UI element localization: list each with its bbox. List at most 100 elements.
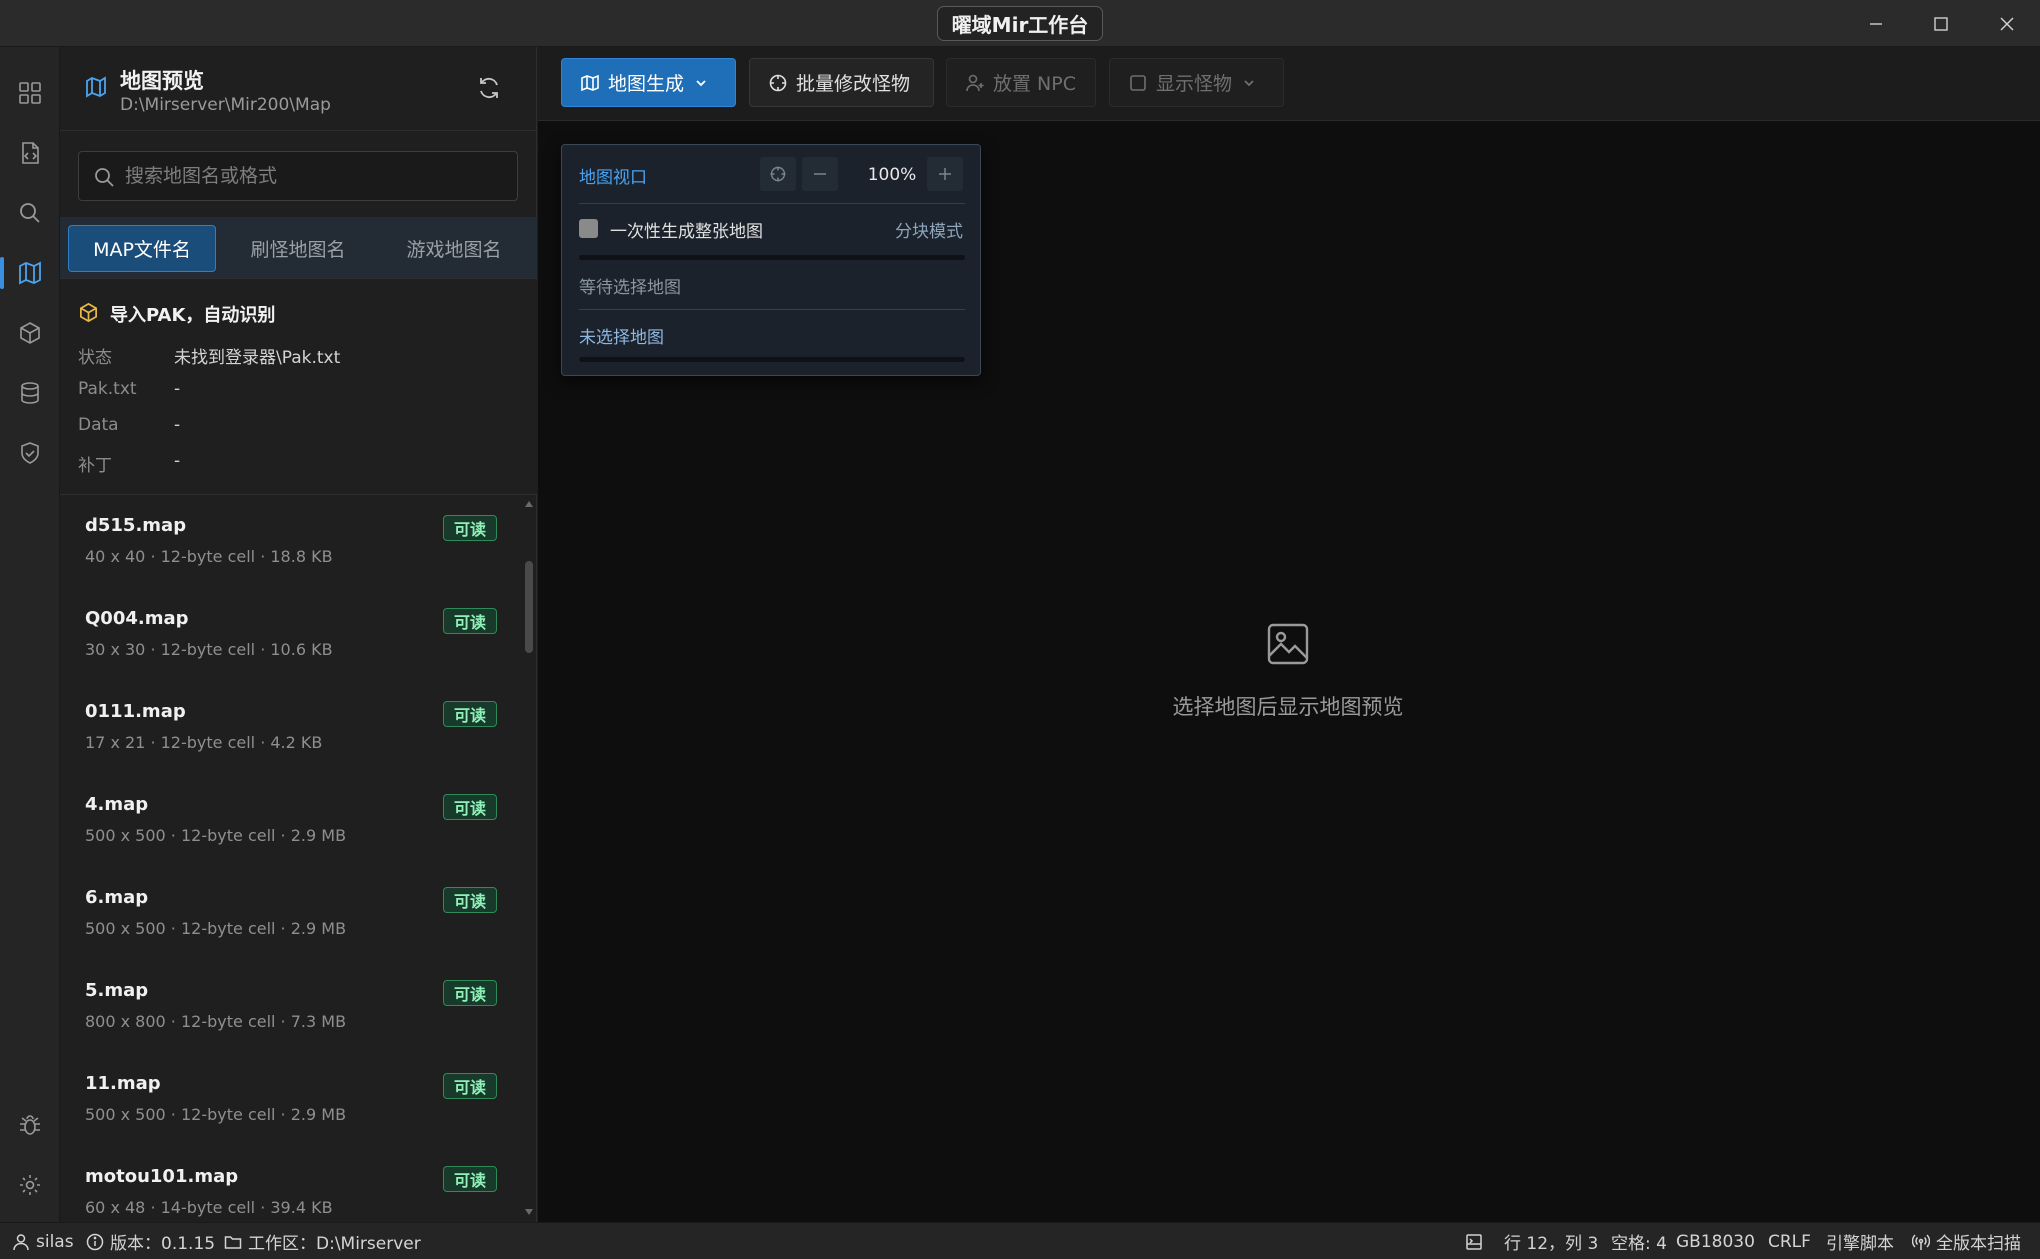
tile-mode-label: 分块模式 xyxy=(895,222,963,242)
tab-map-filename[interactable]: MAP文件名 xyxy=(68,225,216,272)
file-encoding[interactable]: GB18030 xyxy=(1676,1223,1755,1259)
show-monsters-toggle[interactable]: 显示怪物 xyxy=(1109,58,1284,107)
image-placeholder-icon xyxy=(1267,623,1309,665)
file-code-icon xyxy=(22,142,39,164)
activity-scripts[interactable] xyxy=(0,125,60,181)
map-icon xyxy=(86,76,106,98)
pak-import-button[interactable]: 导入PAK，自动识别 xyxy=(110,301,275,327)
user-account[interactable]: silas xyxy=(12,1223,74,1259)
status-bar: silas 版本：0.1.15 工作区：D:\Mirserver 行 12，列 … xyxy=(0,1222,2040,1259)
zoom-out-button[interactable] xyxy=(802,157,838,191)
search-icon xyxy=(20,203,40,223)
pak-value-status: 未找到登录器\Pak.txt xyxy=(174,348,341,368)
batch-edit-monsters-button[interactable]: 批量修改怪物 xyxy=(749,58,934,107)
list-item[interactable]: Q004.map 30 x 30 · 12-byte cell · 10.6 K… xyxy=(60,590,520,683)
maximize-button[interactable] xyxy=(1908,0,1974,47)
list-item[interactable]: 11.map 500 x 500 · 12-byte cell · 2.9 MB… xyxy=(60,1055,520,1148)
user-name: silas xyxy=(36,1231,74,1252)
map-generate-button[interactable]: 地图生成 xyxy=(561,58,736,107)
divider xyxy=(579,309,965,310)
scroll-thumb[interactable] xyxy=(525,561,533,653)
map-generate-popup: 地图视口 100% 一次性生成整张地图 分块模式 等待选择地图 未选择地图 xyxy=(561,144,981,376)
map-file-list: d515.map 40 x 40 · 12-byte cell · 18.8 K… xyxy=(60,497,520,1222)
list-item[interactable]: d515.map 40 x 40 · 12-byte cell · 18.8 K… xyxy=(60,497,520,590)
status-badge: 可读 xyxy=(443,701,497,727)
zoom-level: 100% xyxy=(867,165,917,185)
batch-edit-label: 批量修改怪物 xyxy=(796,73,911,95)
center-view-button[interactable] xyxy=(760,157,796,191)
info-icon xyxy=(86,1233,104,1250)
scroll-down-icon[interactable] xyxy=(524,1207,534,1217)
list-item[interactable]: motou101.map 60 x 48 · 14-byte cell · 39… xyxy=(60,1148,520,1222)
tab-spawn-map-name[interactable]: 刷怪地图名 xyxy=(224,225,372,272)
activity-dashboard[interactable] xyxy=(0,65,60,121)
place-npc-button[interactable]: 放置 NPC xyxy=(946,58,1096,107)
cursor-position[interactable]: 行 12，列 3 xyxy=(1504,1223,1598,1259)
activity-database[interactable] xyxy=(0,365,60,421)
activity-settings[interactable] xyxy=(0,1157,60,1213)
status-badge: 可读 xyxy=(443,515,497,541)
list-item[interactable]: 4.map 500 x 500 · 12-byte cell · 2.9 MB … xyxy=(60,776,520,869)
activity-map[interactable] xyxy=(0,245,60,301)
map-directory-path: D:\Mirserver\Mir200\Map xyxy=(120,95,331,115)
status-badge: 可读 xyxy=(443,608,497,634)
file-list-scrollbar[interactable] xyxy=(522,497,536,1222)
pak-value-data: - xyxy=(174,415,181,435)
file-name: Q004.map xyxy=(85,608,189,629)
map-search-input[interactable] xyxy=(125,152,505,200)
language-mode[interactable]: 引擎脚本 xyxy=(1826,1223,1894,1259)
maximize-icon xyxy=(1934,16,1948,31)
progress-bar xyxy=(579,255,965,260)
file-meta: 40 x 40 · 12-byte cell · 18.8 KB xyxy=(85,547,333,566)
list-item[interactable]: 0111.map 17 x 21 · 12-byte cell · 4.2 KB… xyxy=(60,683,520,776)
list-item[interactable]: 6.map 500 x 500 · 12-byte cell · 2.9 MB … xyxy=(60,869,520,962)
panel-title: 地图预览 xyxy=(120,69,204,93)
gear-icon xyxy=(20,1175,40,1195)
pak-import-section: 导入PAK，自动识别 状态 未找到登录器\Pak.txt Pak.txt - D… xyxy=(60,279,537,495)
pak-value-paktxt: - xyxy=(174,379,181,399)
status-badge: 可读 xyxy=(443,1073,497,1099)
minimize-button[interactable] xyxy=(1843,0,1909,47)
list-item[interactable]: 5.map 800 x 800 · 12-byte cell · 7.3 MB … xyxy=(60,962,520,1055)
user-icon xyxy=(13,1233,29,1250)
toolbar: 地图生成 批量修改怪物 放置 NPC 显示怪物 xyxy=(538,47,2040,121)
viewport-title: 地图视口 xyxy=(579,168,647,188)
scroll-up-icon[interactable] xyxy=(524,499,534,509)
full-scan[interactable]: 全版本扫描 xyxy=(1912,1223,2021,1259)
activity-security[interactable] xyxy=(0,425,60,481)
plus-icon xyxy=(939,168,951,180)
map-canvas-area: 地图生成 批量修改怪物 放置 NPC 显示怪物 地图视口 100% 一次性生成整… xyxy=(538,47,2040,1222)
empty-state-text: 选择地图后显示地图预览 xyxy=(1172,695,1404,719)
file-meta: 500 x 500 · 12-byte cell · 2.9 MB xyxy=(85,919,347,938)
title-bar: 曜域Mir工作台 xyxy=(0,0,2040,47)
indent-spaces[interactable]: 空格: 4 xyxy=(1611,1223,1667,1259)
shield-check-icon xyxy=(21,442,39,464)
activity-search[interactable] xyxy=(0,185,60,241)
activity-debug[interactable] xyxy=(0,1097,60,1153)
layout-toggle[interactable] xyxy=(1465,1223,1489,1259)
generate-full-map-checkbox[interactable] xyxy=(579,219,598,238)
bug-icon xyxy=(20,1115,40,1135)
minimize-icon xyxy=(1870,22,1882,25)
panel-icon xyxy=(1466,1233,1482,1250)
box-icon xyxy=(20,322,40,344)
status-badge: 可读 xyxy=(443,980,497,1006)
file-meta: 30 x 30 · 12-byte cell · 10.6 KB xyxy=(85,640,333,659)
workspace-info[interactable]: 工作区：D:\Mirserver xyxy=(224,1223,421,1259)
activity-packages[interactable] xyxy=(0,305,60,361)
tab-game-map-name[interactable]: 游戏地图名 xyxy=(380,225,528,272)
workspace-text: 工作区：D:\Mirserver xyxy=(248,1234,421,1254)
zoom-in-button[interactable] xyxy=(927,157,963,191)
refresh-icon[interactable] xyxy=(476,75,502,101)
close-icon xyxy=(2000,16,2014,31)
app-title: 曜域Mir工作台 xyxy=(937,6,1103,41)
close-button[interactable] xyxy=(1974,0,2040,47)
file-name: 6.map xyxy=(85,887,149,908)
full-scan-label: 全版本扫描 xyxy=(1936,1234,2021,1254)
file-name: 0111.map xyxy=(85,701,186,722)
generate-full-map-label: 一次性生成整张地图 xyxy=(610,222,763,242)
line-ending[interactable]: CRLF xyxy=(1768,1223,1811,1259)
crosshair-icon xyxy=(770,166,786,182)
pak-value-patch: - xyxy=(174,451,181,471)
broadcast-icon xyxy=(1912,1233,1930,1250)
